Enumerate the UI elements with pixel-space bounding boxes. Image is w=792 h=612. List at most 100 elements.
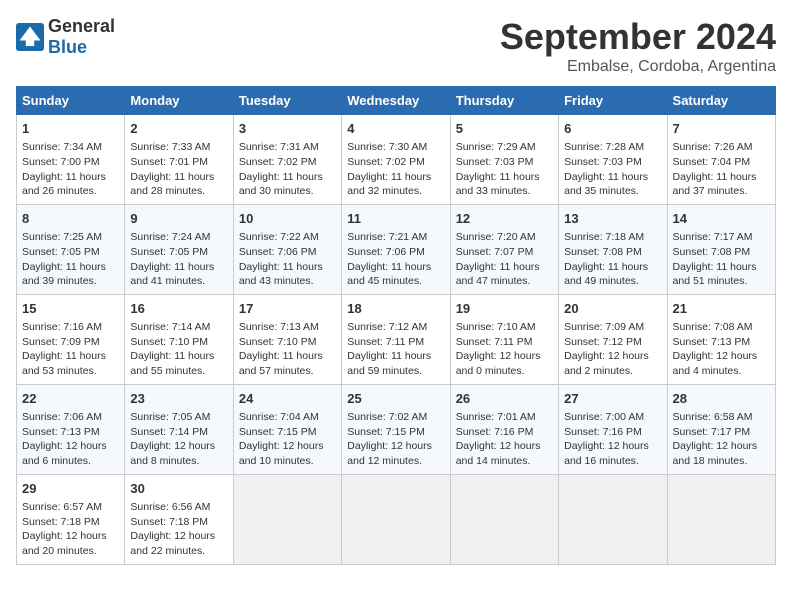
daylight-text: Daylight: 11 hours [673,171,757,183]
calendar-cell: 1Sunrise: 7:34 AMSunset: 7:00 PMDaylight… [17,115,125,205]
sunrise-text: Sunrise: 7:31 AM [239,141,319,153]
day-number: 8 [22,210,119,228]
sunset-text: Sunset: 7:05 PM [130,246,208,258]
sunrise-text: Sunrise: 7:12 AM [347,321,427,333]
header: General Blue September 2024 Embalse, Cor… [16,16,776,76]
daylight-minutes: and 0 minutes. [456,365,525,377]
day-number: 22 [22,390,119,408]
sunset-text: Sunset: 7:02 PM [239,156,317,168]
daylight-text: Daylight: 11 hours [22,261,106,273]
sunrise-text: Sunrise: 7:09 AM [564,321,644,333]
sunrise-text: Sunrise: 7:17 AM [673,231,753,243]
day-number: 6 [564,120,661,138]
calendar-cell: 15Sunrise: 7:16 AMSunset: 7:09 PMDayligh… [17,294,125,384]
daylight-minutes: and 28 minutes. [130,185,205,197]
daylight-minutes: and 4 minutes. [673,365,742,377]
sunrise-text: Sunrise: 7:14 AM [130,321,210,333]
day-number: 20 [564,300,661,318]
sunset-text: Sunset: 7:13 PM [673,336,751,348]
sunset-text: Sunset: 7:06 PM [239,246,317,258]
sunrise-text: Sunrise: 6:58 AM [673,411,753,423]
header-friday: Friday [559,87,667,115]
day-number: 7 [673,120,770,138]
sunset-text: Sunset: 7:12 PM [564,336,642,348]
sunrise-text: Sunrise: 7:08 AM [673,321,753,333]
day-number: 29 [22,480,119,498]
calendar-cell: 28 Sunrise: 6:58 AM Sunset: 7:17 PM Dayligh… [667,384,775,474]
day-number: 26 [456,390,553,408]
daylight-text: Daylight: 11 hours [130,171,214,183]
calendar-cell: 7Sunrise: 7:26 AMSunset: 7:04 PMDaylight… [667,115,775,205]
calendar-cell: 3Sunrise: 7:31 AMSunset: 7:02 PMDaylight… [233,115,341,205]
calendar-cell [342,474,450,564]
daylight-minutes: and 45 minutes. [347,275,422,287]
header-tuesday: Tuesday [233,87,341,115]
calendar-cell: 5Sunrise: 7:29 AMSunset: 7:03 PMDaylight… [450,115,558,205]
sunrise-text: Sunrise: 7:33 AM [130,141,210,153]
daylight-minutes: and 35 minutes. [564,185,639,197]
day-number: 1 [22,120,119,138]
calendar-subtitle: Embalse, Cordoba, Argentina [500,58,776,76]
sunset-text: Sunset: 7:07 PM [456,246,534,258]
daylight-text: Daylight: 12 hours [347,440,432,452]
sunset-text: Sunset: 7:08 PM [564,246,642,258]
logo-icon [16,23,44,51]
daylight-minutes: and 41 minutes. [130,275,205,287]
day-number: 25 [347,390,444,408]
daylight-minutes: and 39 minutes. [22,275,97,287]
sunset-text: Sunset: 7:13 PM [22,426,100,438]
daylight-text: Daylight: 11 hours [564,261,648,273]
calendar-cell: 6 Sunrise: 7:28 AM Sunset: 7:03 PM Daylight… [559,115,667,205]
daylight-text: Daylight: 12 hours [130,530,215,542]
calendar-cell [233,474,341,564]
calendar-cell: 16Sunrise: 7:14 AMSunset: 7:10 PMDayligh… [125,294,233,384]
daylight-minutes: and 37 minutes. [673,185,748,197]
calendar-week-row: 29Sunrise: 6:57 AMSunset: 7:18 PMDayligh… [17,474,776,564]
daylight-minutes: and 8 minutes. [130,455,199,467]
sunrise-text: Sunrise: 7:28 AM [564,141,644,153]
day-number: 15 [22,300,119,318]
sunset-text: Sunset: 7:00 PM [22,156,100,168]
daylight-text: Daylight: 12 hours [22,440,107,452]
daylight-text: Daylight: 11 hours [564,171,648,183]
daylight-minutes: and 2 minutes. [564,365,633,377]
day-number: 5 [456,120,553,138]
calendar-cell [450,474,558,564]
calendar-cell: 27Sunrise: 7:00 AMSunset: 7:16 PMDayligh… [559,384,667,474]
sunset-text: Sunset: 7:03 PM [564,156,642,168]
day-number: 21 [673,300,770,318]
sunrise-text: Sunrise: 7:16 AM [22,321,102,333]
daylight-text: Daylight: 11 hours [130,261,214,273]
daylight-minutes: and 43 minutes. [239,275,314,287]
calendar-cell: 30Sunrise: 6:56 AMSunset: 7:18 PMDayligh… [125,474,233,564]
daylight-text: Daylight: 11 hours [456,171,540,183]
day-number: 3 [239,120,336,138]
sunrise-text: Sunrise: 7:29 AM [456,141,536,153]
daylight-text: Daylight: 12 hours [673,440,758,452]
daylight-minutes: and 59 minutes. [347,365,422,377]
day-number: 24 [239,390,336,408]
calendar-cell: 8Sunrise: 7:25 AMSunset: 7:05 PMDaylight… [17,204,125,294]
daylight-minutes: and 57 minutes. [239,365,314,377]
calendar-cell: 21Sunrise: 7:08 AMSunset: 7:13 PMDayligh… [667,294,775,384]
sunset-text: Sunset: 7:15 PM [347,426,425,438]
daylight-text: Daylight: 11 hours [239,350,323,362]
daylight-text: Daylight: 12 hours [564,350,649,362]
daylight-text: Daylight: 12 hours [239,440,324,452]
daylight-minutes: and 33 minutes. [456,185,531,197]
daylight-minutes: and 32 minutes. [347,185,422,197]
sunrise-text: Sunrise: 7:00 AM [564,411,644,423]
calendar-cell: 13Sunrise: 7:18 AMSunset: 7:08 PMDayligh… [559,204,667,294]
day-number: 28 [673,390,770,408]
sunrise-text: Sunrise: 7:06 AM [22,411,102,423]
header-row: Sunday Monday Tuesday Wednesday Thursday… [17,87,776,115]
sunset-text: Sunset: 7:17 PM [673,426,751,438]
sunset-text: Sunset: 7:11 PM [347,336,424,348]
calendar-cell: 22 Sunrise: 7:06 AM Sunset: 7:13 PM Dayligh… [17,384,125,474]
sunrise-text: Sunrise: 7:10 AM [456,321,536,333]
day-number: 2 [130,120,227,138]
daylight-text: Daylight: 11 hours [239,261,323,273]
sunrise-text: Sunrise: 7:13 AM [239,321,319,333]
calendar-cell: 9Sunrise: 7:24 AMSunset: 7:05 PMDaylight… [125,204,233,294]
daylight-minutes: and 12 minutes. [347,455,422,467]
